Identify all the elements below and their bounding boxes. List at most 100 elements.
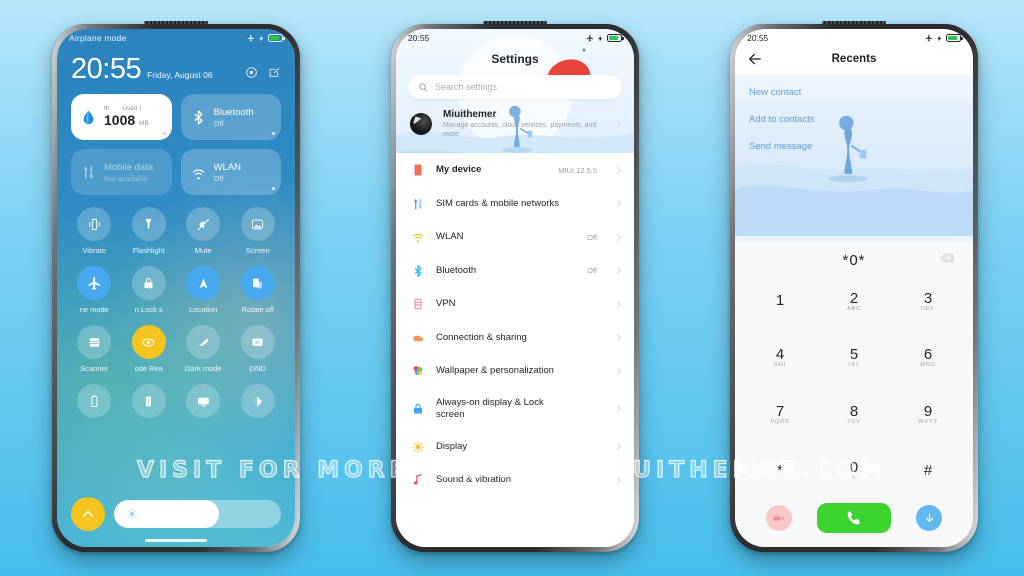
home-indicator[interactable]	[145, 539, 207, 542]
status-bar: Airplane mode	[57, 29, 295, 47]
tile-mobile-data-state: Not available	[104, 173, 148, 183]
chevron-right-icon	[613, 476, 622, 484]
hide-keypad-button[interactable]	[916, 505, 943, 531]
action-new-contact[interactable]: New contact	[749, 87, 959, 98]
page-title: Settings	[491, 52, 539, 66]
dialpad-key-hash[interactable]: #	[891, 443, 965, 500]
key-digit: 9	[923, 402, 933, 420]
toggle-label: Vibrate	[82, 246, 107, 256]
settings-row-label: Sound & vibration	[436, 474, 511, 486]
toggle-battery-alert[interactable]	[122, 384, 177, 423]
dialpad-key-3[interactable]: 3 DEF	[891, 273, 965, 330]
key-letters: +	[851, 475, 857, 481]
dialpad-key-star[interactable]: *	[743, 443, 817, 500]
dialpad-key-0[interactable]: 0 +	[817, 443, 891, 500]
search-placeholder: Search settings	[435, 82, 498, 92]
settings-row-label: Display	[436, 440, 468, 452]
dialpad-key-9[interactable]: 9 WXYZ	[891, 386, 965, 443]
auto-brightness-button[interactable]	[71, 497, 105, 531]
search-input[interactable]: Search settings	[408, 75, 622, 99]
settings-row-label: Bluetooth	[436, 264, 477, 276]
toggle-label: ode Rea	[134, 364, 163, 374]
toggle-reading-mode[interactable]: ode Rea	[122, 325, 177, 373]
toggle-flashlight[interactable]: Flashlight	[122, 207, 177, 255]
tile-data-usage[interactable]: th Used t 1008 MB	[71, 94, 172, 141]
toggle-dnd[interactable]: DND	[231, 325, 286, 373]
key-digit: 8	[849, 402, 859, 420]
toggle-label: Rotate off	[241, 305, 274, 315]
charging-bolt-icon	[598, 35, 603, 41]
earpiece-speaker	[483, 21, 547, 24]
settings-row-wlan[interactable]: WLAN Off	[396, 220, 634, 254]
dialpad-key-4[interactable]: 4 GHI	[743, 330, 817, 387]
hide-keypad-icon	[925, 513, 933, 522]
settings-row-sound-vibration[interactable]: Sound & vibration	[396, 463, 634, 497]
brightness-slider[interactable]	[114, 500, 281, 528]
data-usage-value: 1008 MB	[104, 112, 149, 128]
dialpad-key-2[interactable]: 2 ABC	[817, 273, 891, 330]
chevron-right-icon	[613, 200, 622, 208]
rotate-icon	[253, 278, 263, 289]
cast-icon	[197, 397, 209, 407]
settings-row-label: Connection & sharing	[436, 331, 527, 343]
dialpad-key-1[interactable]: 1	[743, 273, 817, 330]
tile-bluetooth[interactable]: Bluetooth Off	[180, 94, 281, 141]
settings-gear-icon[interactable]	[245, 66, 258, 79]
dialpad-key-6[interactable]: 6 MNO	[891, 330, 965, 387]
edit-icon[interactable]	[268, 66, 281, 79]
toggle-screenshot[interactable]: Screen	[231, 207, 286, 255]
action-send-message[interactable]: Send message	[749, 141, 959, 152]
backspace-icon[interactable]	[939, 253, 955, 264]
status-bar: 20:55	[396, 29, 634, 47]
display-icon	[410, 439, 425, 454]
settings-header: 20:55 Settings Search settings Miuitheme…	[396, 29, 634, 154]
settings-row-wallpaper[interactable]: Wallpaper & personalization	[396, 354, 634, 388]
dialpad-bottom-bar	[735, 499, 973, 547]
toggle-dark-mode[interactable]: Dark mode	[176, 325, 231, 373]
location-icon	[199, 277, 208, 289]
quick-toggle-grid: Vibrate Flashlight Mute Screen ne mode n…	[57, 195, 295, 423]
settings-row-display[interactable]: Display	[396, 430, 634, 464]
settings-row-bluetooth[interactable]: Bluetooth Off	[396, 254, 634, 288]
toggle-screen-lock[interactable]: n Lock s	[122, 266, 177, 314]
reading-mode-icon	[142, 338, 155, 347]
toggle-cast[interactable]	[176, 384, 231, 423]
toggle-vibrate[interactable]: Vibrate	[67, 207, 122, 255]
settings-row-aod-lock-screen[interactable]: Always-on display & Lock screen	[396, 388, 634, 430]
video-call-button[interactable]	[765, 505, 792, 531]
settings-row-connection-sharing[interactable]: Connection & sharing	[396, 321, 634, 355]
call-button[interactable]	[816, 503, 891, 533]
toggle-scanner[interactable]: Scanner	[67, 325, 122, 373]
account-row[interactable]: Miuithemer Manage accounts, cloud servic…	[396, 105, 634, 147]
settings-app: 20:55 Settings Search settings Miuitheme…	[396, 29, 634, 547]
key-letters: MNO	[920, 362, 936, 368]
chevron-right-icon	[613, 120, 622, 128]
action-add-to-contacts[interactable]: Add to contacts	[749, 114, 959, 125]
clock-actions	[245, 66, 281, 83]
status-bar: 20:55	[735, 29, 973, 47]
toggle-rotate[interactable]: Rotate off	[231, 266, 286, 314]
dialpad: *0* 1 2 ABC 3 DEF 4 GHI 5 JKL 6 MNO 7 PQRS 8 TU…	[735, 243, 973, 547]
clock-date: Friday, August 06	[147, 70, 213, 81]
tile-wlan[interactable]: WLAN Off	[180, 149, 281, 196]
toggle-contrast[interactable]	[231, 384, 286, 423]
key-letters: WXYZ	[918, 418, 938, 425]
brightness-icon	[126, 508, 138, 520]
tile-bluetooth-state: Off	[213, 118, 224, 128]
settings-row-vpn[interactable]: VPN	[396, 287, 634, 321]
big-tiles-row-1: th Used t 1008 MB Bluetooth Off	[57, 83, 295, 141]
settings-row-sim-cards[interactable]: SIM cards & mobile networks	[396, 187, 634, 221]
toggle-mute[interactable]: Mute	[176, 207, 231, 255]
toggle-airplane-mode[interactable]: ne mode	[67, 266, 122, 314]
toggle-location[interactable]: Location	[176, 266, 231, 314]
recents-actions: New contact Add to contacts Send message	[735, 75, 973, 164]
flashlight-icon	[146, 218, 152, 228]
settings-row-my-device[interactable]: My device MIUI 12.5.5	[396, 153, 634, 187]
dialpad-key-5[interactable]: 5 JKL	[817, 330, 891, 387]
wifi-icon	[192, 169, 204, 180]
toggle-battery-saver[interactable]	[67, 384, 122, 423]
toggle-label: Scanner	[80, 364, 109, 374]
dialpad-key-7[interactable]: 7 PQRS	[743, 386, 817, 443]
tile-mobile-data[interactable]: Mobile data Not available	[71, 149, 172, 196]
dialpad-key-8[interactable]: 8 TUV	[817, 386, 891, 443]
